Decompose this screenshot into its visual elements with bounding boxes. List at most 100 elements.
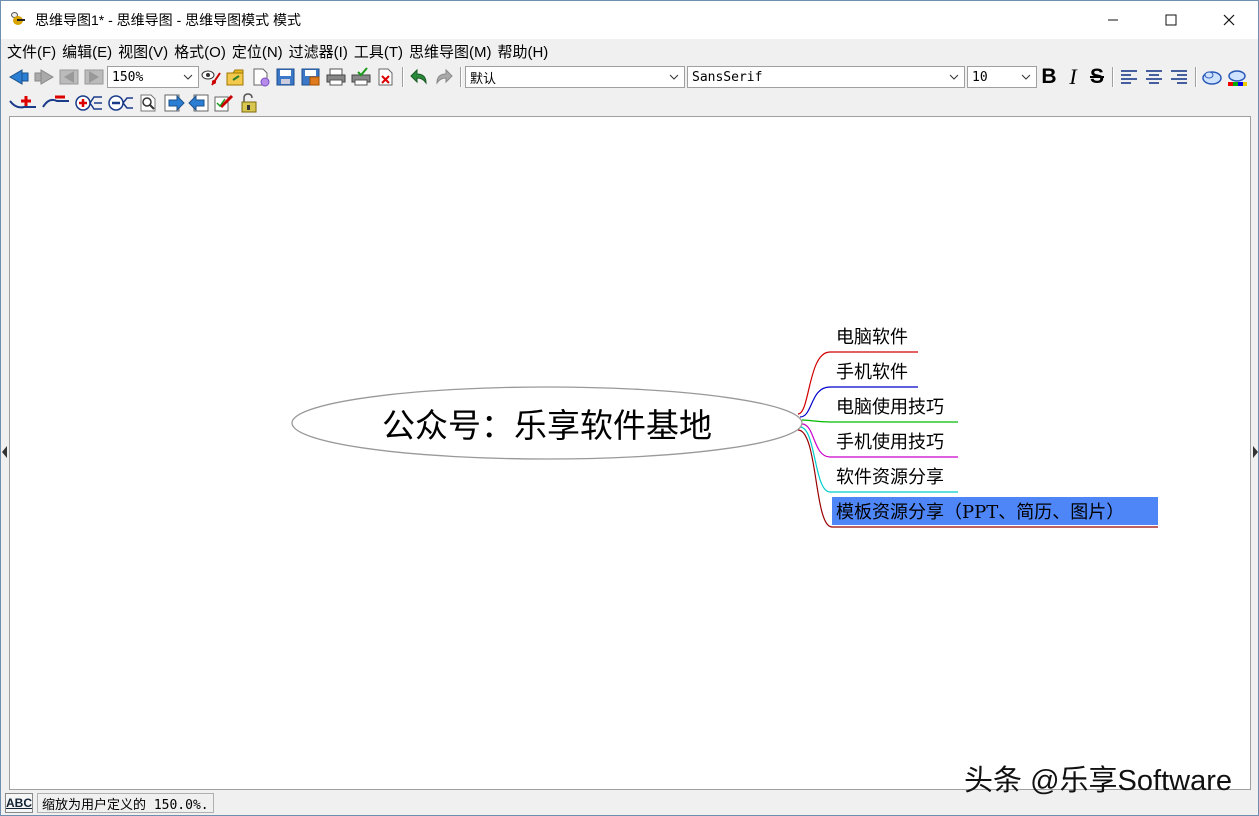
- bold-button[interactable]: B: [1037, 65, 1061, 88]
- menu-file[interactable]: 文件(F): [5, 41, 60, 62]
- app-window: 思维导图1* - 思维导图 - 思维导图模式 模式 文件(F) 编辑(E) 视图…: [0, 0, 1259, 816]
- left-collapse-arrow-icon[interactable]: [2, 446, 8, 458]
- maximize-button[interactable]: [1142, 1, 1200, 39]
- minimize-icon: [1108, 19, 1118, 21]
- root-node-label[interactable]: 公众号：乐享软件基地: [292, 399, 802, 447]
- expand-button[interactable]: [73, 92, 105, 114]
- collapse-button[interactable]: [106, 92, 136, 114]
- menu-filter[interactable]: 过滤器(I): [287, 41, 352, 62]
- menu-edit[interactable]: 编辑(E): [60, 41, 116, 62]
- lock-button[interactable]: [237, 92, 261, 114]
- italic-button[interactable]: I: [1061, 64, 1085, 89]
- watermark-text: 头条 @乐享Software: [964, 765, 1232, 797]
- chevron-down-icon: [180, 69, 196, 85]
- child-node-3[interactable]: 电脑使用技巧: [836, 393, 944, 419]
- toolbar-separator: [1112, 67, 1114, 87]
- print-button[interactable]: [324, 66, 348, 88]
- edit-node-button[interactable]: [212, 92, 236, 114]
- forward-button[interactable]: [32, 66, 56, 88]
- menu-view[interactable]: 视图(V): [116, 41, 172, 62]
- back-arrow-icon: [9, 69, 29, 85]
- node-toolbar: [1, 90, 1258, 115]
- child-node-6-selected[interactable]: 模板资源分享（PPT、简历、图片）: [836, 498, 1124, 524]
- align-left-icon: [1121, 70, 1137, 84]
- last-page-icon: [84, 69, 104, 85]
- collapse-node-icon: [108, 94, 133, 111]
- menu-navigate[interactable]: 定位(N): [230, 41, 287, 62]
- mindmap-canvas[interactable]: 公众号：乐享软件基地 电脑软件 手机软件 电脑使用技巧 手机使用技巧 软件资源分…: [9, 116, 1251, 790]
- spell-check-button[interactable]: ABC: [5, 793, 33, 813]
- first-button[interactable]: [57, 66, 81, 88]
- cloud-color-button[interactable]: [1225, 66, 1249, 88]
- font-size-select[interactable]: 10: [967, 66, 1037, 88]
- navigate-back-button[interactable]: [187, 92, 211, 114]
- save-disk-icon: [276, 68, 295, 86]
- forward-arrow-icon: [34, 69, 54, 85]
- zoom-value: 150%: [112, 69, 144, 85]
- strikethrough-button[interactable]: S: [1085, 65, 1109, 88]
- new-button[interactable]: [249, 66, 273, 88]
- font-family-select[interactable]: SansSerif: [687, 66, 965, 88]
- last-button[interactable]: [82, 66, 106, 88]
- add-node-icon: [9, 95, 36, 108]
- menu-help[interactable]: 帮助(H): [495, 41, 552, 62]
- menu-bar: 文件(F) 编辑(E) 视图(V) 格式(O) 定位(N) 过滤器(I) 工具(…: [1, 39, 1258, 63]
- align-left-button[interactable]: [1117, 66, 1141, 88]
- child-node-1[interactable]: 电脑软件: [836, 323, 908, 349]
- child-node-5[interactable]: 软件资源分享: [836, 463, 944, 489]
- save-as-button[interactable]: [299, 66, 323, 88]
- add-sibling-node-button[interactable]: [40, 92, 72, 114]
- find-button[interactable]: [137, 92, 161, 114]
- chevron-down-icon: [1018, 69, 1034, 85]
- arrow-right-icon: [164, 94, 185, 111]
- back-button[interactable]: [7, 66, 31, 88]
- navigate-forward-button[interactable]: [162, 92, 186, 114]
- child-node-4[interactable]: 手机使用技巧: [836, 428, 944, 454]
- add-sibling-icon: [42, 95, 69, 108]
- redo-button[interactable]: [432, 66, 456, 88]
- cloud-button[interactable]: [1200, 66, 1224, 88]
- font-size-value: 10: [972, 69, 988, 85]
- redo-icon: [436, 68, 453, 85]
- close-button[interactable]: [1200, 1, 1258, 39]
- chevron-down-icon: [666, 69, 682, 85]
- undo-icon: [410, 68, 427, 85]
- folder-open-icon: [226, 69, 244, 86]
- close-map-button[interactable]: [374, 66, 398, 88]
- child-node-2[interactable]: 手机软件: [836, 358, 908, 384]
- lock-icon: [241, 92, 257, 112]
- zoom-select[interactable]: 150%: [107, 66, 199, 88]
- align-center-icon: [1146, 70, 1162, 84]
- title-bar: 思维导图1* - 思维导图 - 思维导图模式 模式: [1, 1, 1258, 39]
- print-preview-button[interactable]: [349, 66, 373, 88]
- align-right-button[interactable]: [1167, 66, 1191, 88]
- minimize-button[interactable]: [1084, 1, 1142, 39]
- align-center-button[interactable]: [1142, 66, 1166, 88]
- mindmap-svg: [291, 351, 1158, 528]
- font-family-value: SansSerif: [692, 69, 763, 85]
- maximize-icon: [1165, 14, 1177, 26]
- eye-icon: [201, 70, 221, 86]
- menu-tools[interactable]: 工具(T): [352, 41, 407, 62]
- open-button[interactable]: [224, 66, 248, 88]
- right-collapse-arrow-icon[interactable]: [1252, 446, 1258, 458]
- save-button[interactable]: [274, 66, 298, 88]
- toolbar-separator: [402, 67, 404, 87]
- add-child-node-button[interactable]: [7, 92, 39, 114]
- view-filter-button[interactable]: [199, 66, 223, 88]
- menu-mindmap[interactable]: 思维导图(M): [407, 41, 496, 62]
- bee-app-icon: [11, 12, 27, 28]
- first-page-icon: [59, 69, 79, 85]
- toolbar-separator: [460, 67, 462, 87]
- menu-format[interactable]: 格式(O): [172, 41, 230, 62]
- window-title: 思维导图1* - 思维导图 - 思维导图模式 模式: [35, 12, 302, 28]
- style-select[interactable]: 默认: [465, 66, 685, 88]
- chevron-down-icon: [946, 69, 962, 85]
- new-file-icon: [253, 68, 270, 87]
- cloud-color-icon: [1228, 70, 1247, 86]
- main-toolbar: 150% 默认 SansSerif 10 B I S: [1, 64, 1258, 90]
- toolbar-separator: [1195, 67, 1197, 87]
- expand-node-icon: [75, 94, 102, 111]
- close-icon: [1223, 14, 1235, 26]
- undo-button[interactable]: [407, 66, 431, 88]
